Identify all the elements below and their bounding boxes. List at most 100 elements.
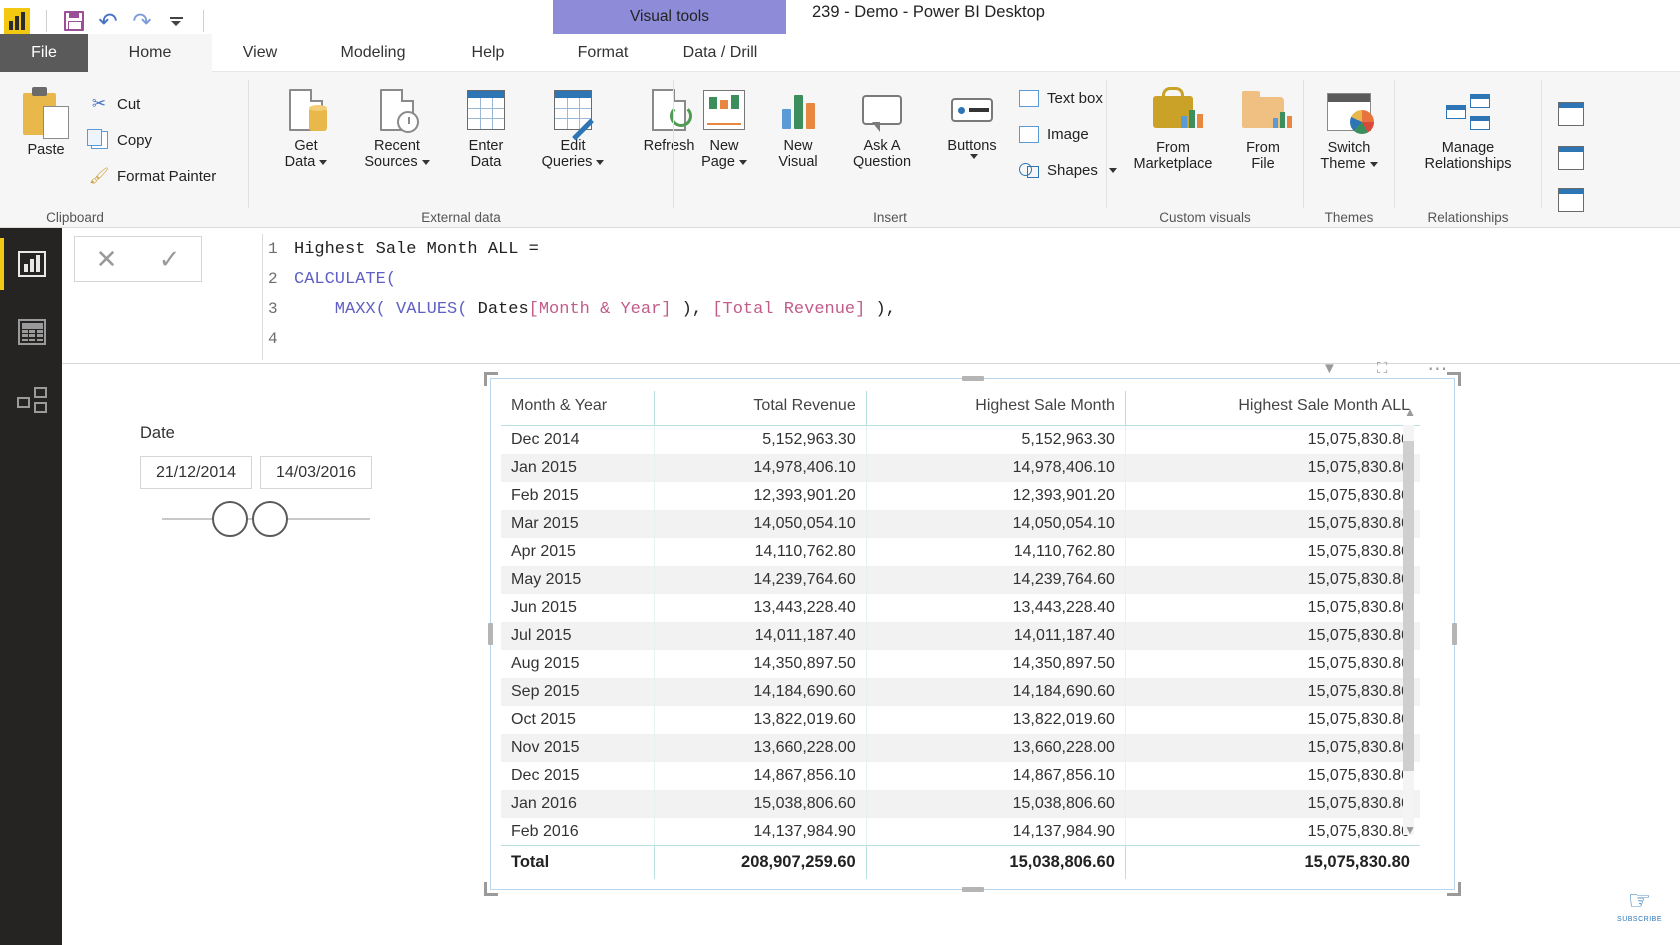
recent-sources-button[interactable]: Recent Sources bbox=[349, 82, 445, 170]
resize-handle-top-left[interactable] bbox=[484, 372, 498, 386]
format-painter-button[interactable]: 🖌 Format Painter bbox=[88, 166, 216, 186]
edit-queries-button[interactable]: Edit Queries bbox=[527, 82, 619, 170]
resize-handle-right[interactable] bbox=[1452, 623, 1457, 645]
table-row[interactable]: Nov 2015 13,660,228.00 13,660,228.00 15,075… bbox=[501, 734, 1420, 762]
scroll-up-arrow-icon[interactable]: ▲ bbox=[1404, 405, 1416, 419]
enter-data-button[interactable]: Enter Data bbox=[445, 82, 527, 170]
table-cell: 13,822,019.60 bbox=[653, 706, 867, 734]
date-slicer-visual[interactable]: Date 21/12/2014 14/03/2016 bbox=[140, 424, 385, 539]
ribbon-divider-6 bbox=[1541, 80, 1542, 208]
table-row[interactable]: Jan 2016 15,038,806.60 15,038,806.60 15,075… bbox=[501, 790, 1420, 818]
slicer-start-date-input[interactable]: 21/12/2014 bbox=[140, 456, 252, 489]
table-cell: Sep 2015 bbox=[501, 678, 655, 706]
sidebar-item-model-view[interactable] bbox=[14, 382, 50, 418]
table-visual[interactable]: Month & Year Total Revenue Highest Sale … bbox=[484, 372, 1461, 896]
table-row[interactable]: Dec 2015 14,867,856.10 14,867,856.10 15,075… bbox=[501, 762, 1420, 790]
text-box-label: Text box bbox=[1047, 89, 1103, 107]
table-cell: 15,075,830.80 bbox=[1124, 566, 1420, 594]
resize-handle-top[interactable] bbox=[961, 376, 984, 381]
table-row[interactable]: Apr 2015 14,110,762.80 14,110,762.80 15,075… bbox=[501, 538, 1420, 566]
table-cell: 14,184,690.60 bbox=[653, 678, 867, 706]
table-row[interactable]: Jun 2015 13,443,228.40 13,443,228.40 15,075… bbox=[501, 594, 1420, 622]
table-cell: 14,110,762.80 bbox=[653, 538, 867, 566]
tab-data-drill[interactable]: Data / Drill bbox=[653, 34, 787, 72]
ribbon-group-external-data: Get Data Recent Sources Enter Data Edit bbox=[249, 72, 694, 228]
table-row[interactable]: Oct 2015 13,822,019.60 13,822,019.60 15,075… bbox=[501, 706, 1420, 734]
table-row[interactable]: Feb 2016 14,137,984.90 14,137,984.90 15,075… bbox=[501, 818, 1420, 846]
manage-relationships-button[interactable]: Manage Relationships bbox=[1401, 84, 1535, 172]
tab-file[interactable]: File bbox=[0, 34, 88, 72]
toolbar-divider-2 bbox=[203, 10, 204, 32]
column-header-highest-sale-month[interactable]: Highest Sale Month bbox=[865, 391, 1126, 426]
column-header-month-year[interactable]: Month & Year bbox=[501, 391, 655, 426]
table-content: Month & Year Total Revenue Highest Sale … bbox=[501, 391, 1420, 879]
tab-format[interactable]: Format bbox=[553, 34, 653, 72]
table-cell: 15,075,830.80 bbox=[1124, 482, 1420, 510]
from-file-button[interactable]: From File bbox=[1231, 84, 1295, 172]
focus-mode-icon[interactable]: ⛶ bbox=[1377, 360, 1388, 377]
table-vertical-scrollbar[interactable] bbox=[1403, 425, 1414, 835]
column-header-highest-sale-month-all[interactable]: Highest Sale Month ALL bbox=[1124, 391, 1420, 426]
cut-button[interactable]: ✂ Cut bbox=[88, 94, 140, 114]
chevron-down-icon bbox=[738, 159, 747, 165]
commit-formula-button[interactable]: ✓ bbox=[138, 237, 201, 281]
dax-code-editor[interactable]: 1 Highest Sale Month ALL = 2 CALCULATE( … bbox=[212, 234, 1680, 364]
table-row[interactable]: Jan 2015 14,978,406.10 14,978,406.10 15,075… bbox=[501, 454, 1420, 482]
table-row[interactable]: Jul 2015 14,011,187.40 14,011,187.40 15,075… bbox=[501, 622, 1420, 650]
ask-question-button[interactable]: Ask A Question bbox=[834, 82, 930, 170]
filter-icon[interactable]: ▼ bbox=[1322, 360, 1337, 377]
switch-theme-label-1: Switch bbox=[1327, 140, 1371, 156]
scrollbar-thumb[interactable] bbox=[1403, 441, 1414, 771]
table-row[interactable]: May 2015 14,239,764.60 14,239,764.60 15,075… bbox=[501, 566, 1420, 594]
new-visual-button[interactable]: New Visual bbox=[762, 82, 834, 170]
table-cell: 12,393,901.20 bbox=[865, 482, 1126, 510]
shapes-button[interactable]: Shapes bbox=[1018, 160, 1117, 180]
get-data-button[interactable]: Get Data bbox=[263, 82, 349, 170]
switch-theme-button[interactable]: Switch Theme bbox=[1308, 84, 1390, 172]
resize-handle-bottom-left[interactable] bbox=[484, 882, 498, 896]
customize-quick-access-button[interactable] bbox=[159, 4, 193, 38]
total-highest-sale-month-all: 15,075,830.80 bbox=[1124, 846, 1420, 879]
slicer-right-handle[interactable] bbox=[252, 501, 288, 537]
resize-handle-bottom[interactable] bbox=[961, 887, 984, 892]
redo-button[interactable]: ↷ bbox=[125, 4, 159, 38]
table-cell: 15,075,830.80 bbox=[1124, 790, 1420, 818]
slicer-end-date-input[interactable]: 14/03/2016 bbox=[260, 456, 372, 489]
sidebar-item-report-view[interactable] bbox=[14, 246, 50, 282]
resize-handle-bottom-right[interactable] bbox=[1447, 882, 1461, 896]
recent-sources-icon bbox=[380, 82, 419, 138]
new-quick-measure-button[interactable] bbox=[1553, 172, 1589, 228]
bar-chart-icon bbox=[18, 251, 46, 277]
table-row[interactable]: Feb 2015 12,393,901.20 12,393,901.20 15,075… bbox=[501, 482, 1420, 510]
chevron-down-icon bbox=[596, 159, 605, 165]
line-number-3: 3 bbox=[268, 300, 278, 318]
total-total-revenue: 208,907,259.60 bbox=[653, 846, 867, 879]
text-box-button[interactable]: Text box bbox=[1018, 88, 1103, 108]
group-label-clipboard: Clipboard bbox=[46, 210, 104, 225]
tab-view[interactable]: View bbox=[212, 34, 308, 72]
table-row[interactable]: Sep 2015 14,184,690.60 14,184,690.60 15,075… bbox=[501, 678, 1420, 706]
sidebar-item-data-view[interactable] bbox=[14, 314, 50, 350]
new-page-button[interactable]: New Page bbox=[686, 82, 762, 170]
from-marketplace-button[interactable]: From Marketplace bbox=[1115, 84, 1231, 172]
copy-button[interactable]: Copy bbox=[86, 129, 152, 150]
table-row[interactable]: Dec 2014 5,152,963.30 5,152,963.30 15,075,8… bbox=[501, 425, 1420, 454]
table-cell: 15,075,830.80 bbox=[1124, 706, 1420, 734]
undo-button[interactable]: ↶ bbox=[91, 4, 125, 38]
tab-home[interactable]: Home bbox=[88, 34, 212, 72]
resize-handle-top-right[interactable] bbox=[1447, 372, 1461, 386]
tab-modeling[interactable]: Modeling bbox=[308, 34, 438, 72]
save-button[interactable] bbox=[57, 4, 91, 38]
resize-handle-left[interactable] bbox=[488, 623, 493, 645]
buttons-button[interactable]: Buttons bbox=[930, 82, 1014, 160]
slicer-left-handle[interactable] bbox=[212, 501, 248, 537]
paste-button[interactable]: Paste bbox=[10, 86, 82, 158]
table-row[interactable]: Aug 2015 14,350,897.50 14,350,897.50 15,075… bbox=[501, 650, 1420, 678]
scroll-down-arrow-icon[interactable]: ▼ bbox=[1404, 823, 1416, 837]
column-header-total-revenue[interactable]: Total Revenue bbox=[653, 391, 867, 426]
tab-help[interactable]: Help bbox=[438, 34, 538, 72]
cancel-formula-button[interactable]: ✕ bbox=[75, 237, 138, 281]
image-button[interactable]: Image bbox=[1018, 124, 1089, 144]
table-total-row: Total 208,907,259.60 15,038,806.60 15,07… bbox=[501, 845, 1420, 879]
table-row[interactable]: Mar 2015 14,050,054.10 14,050,054.10 15,075… bbox=[501, 510, 1420, 538]
